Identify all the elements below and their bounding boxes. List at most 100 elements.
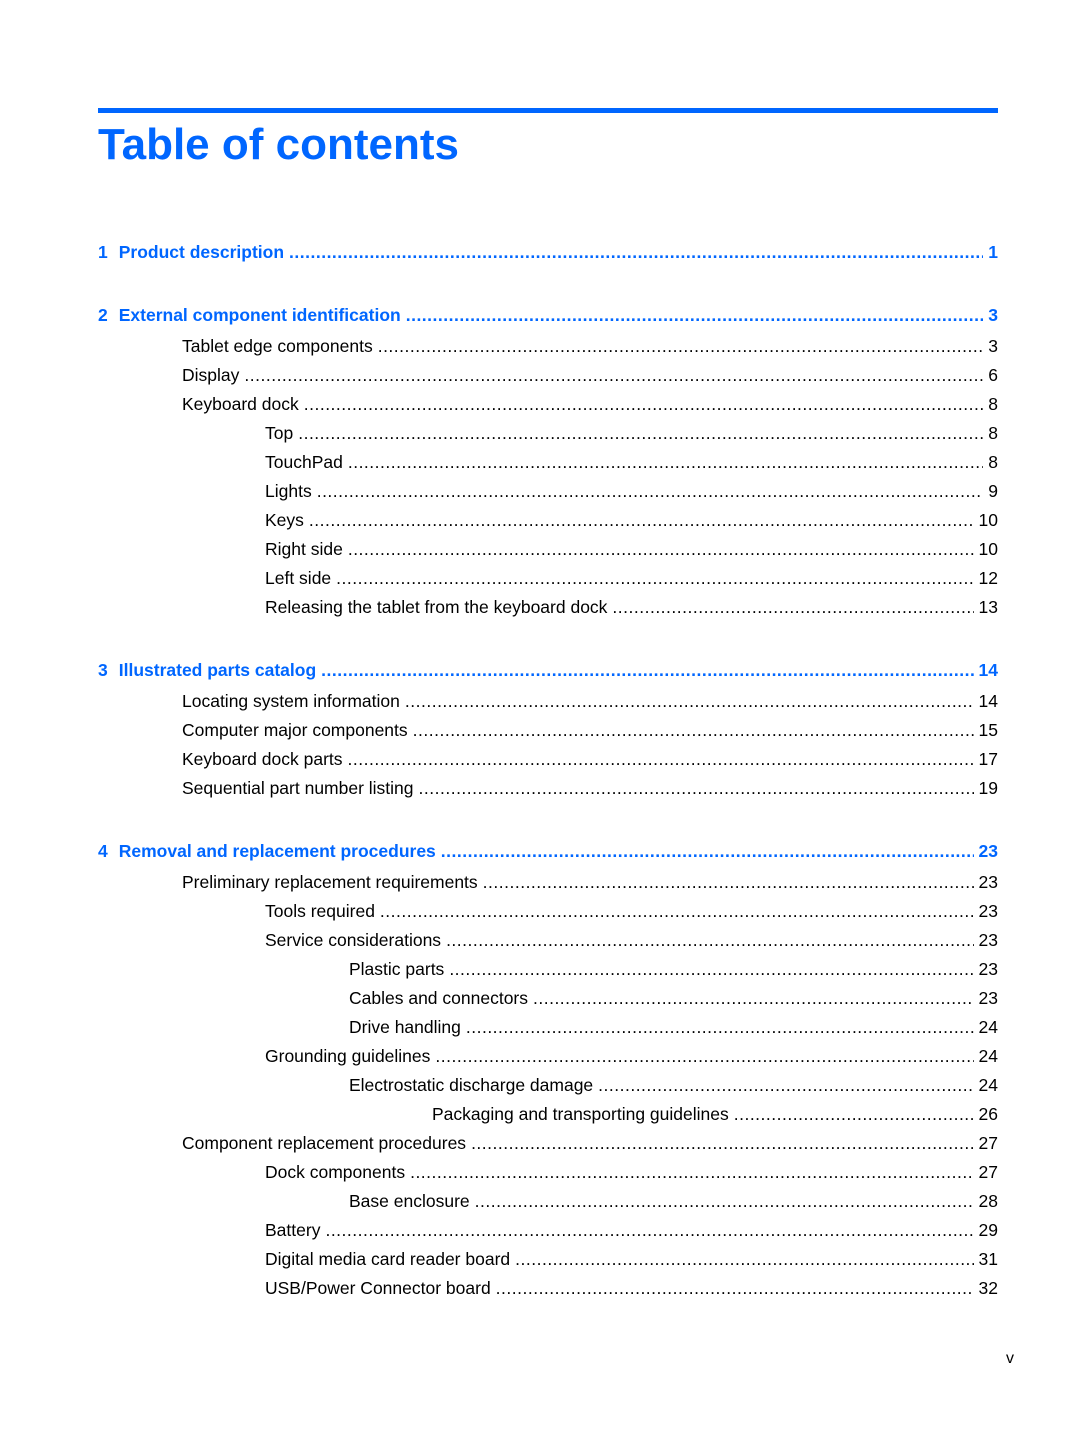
toc-entry-link[interactable]: Lights 9	[98, 479, 998, 508]
dot-leader	[483, 870, 974, 894]
toc-entry-link[interactable]: TouchPad 8	[98, 450, 998, 479]
toc-entry-link[interactable]: Sequential part number listing 19	[98, 776, 998, 805]
table-of-contents: 1 Product description 12 External component…	[98, 240, 998, 1305]
entry-title: Top	[265, 423, 294, 443]
entry-title: Base enclosure	[349, 1191, 470, 1211]
chapter-number: 3	[98, 660, 108, 680]
entry-title: Removal and replacement procedures	[118, 841, 436, 861]
toc-chapter-link[interactable]: 2 External component identification 3	[98, 303, 998, 332]
entry-page-number: 26	[978, 1104, 998, 1124]
toc-entry-link[interactable]: Digital media card reader board 31	[98, 1247, 998, 1276]
entry-page-number: 24	[978, 1046, 998, 1066]
toc-entry-link[interactable]: Locating system information 14	[98, 689, 998, 718]
entry-page-number: 24	[978, 1075, 998, 1095]
toc-entry-link[interactable]: Preliminary replacement requirements 23	[98, 870, 998, 899]
entry-title: External component identification	[118, 305, 401, 325]
entry-title: Component replacement procedures	[182, 1133, 467, 1153]
dot-leader	[449, 957, 973, 981]
chapter-number: 4	[98, 841, 108, 861]
chapter-number: 2	[98, 305, 108, 325]
toc-entry-link[interactable]: Plastic parts 23	[98, 957, 998, 986]
entry-title: Tablet edge components	[182, 336, 373, 356]
entry-title: Computer major components	[182, 720, 408, 740]
entry-page-number: 14	[978, 660, 998, 680]
entry-page-number: 23	[978, 901, 998, 921]
dot-leader	[405, 689, 974, 713]
entry-page-number: 15	[978, 720, 998, 740]
entry-page-number: 23	[978, 841, 998, 861]
page-title: Table of contents	[98, 120, 459, 169]
dot-leader	[533, 986, 974, 1010]
toc-entry-link[interactable]: Keyboard dock parts 17	[98, 747, 998, 776]
entry-title: Digital media card reader board	[265, 1249, 511, 1269]
dot-leader	[309, 508, 974, 532]
entry-title: Sequential part number listing	[182, 778, 414, 798]
dot-leader	[348, 537, 974, 561]
entry-page-number: 23	[978, 988, 998, 1008]
entry-title: USB/Power Connector board	[265, 1278, 491, 1298]
toc-chapter-link[interactable]: 1 Product description 1	[98, 240, 998, 269]
dot-leader	[734, 1102, 974, 1126]
toc-entry-link[interactable]: Keyboard dock 8	[98, 392, 998, 421]
dot-leader	[612, 595, 973, 619]
entry-page-number: 31	[978, 1249, 998, 1269]
toc-entry-link[interactable]: Tablet edge components 3	[98, 334, 998, 363]
dot-leader	[496, 1276, 974, 1300]
dot-leader	[317, 479, 984, 503]
entry-page-number: 10	[978, 539, 998, 559]
dot-leader	[321, 658, 973, 682]
entry-title: Right side	[265, 539, 343, 559]
toc-chapter-link[interactable]: 3 Illustrated parts catalog 14	[98, 658, 998, 687]
entry-page-number: 12	[978, 568, 998, 588]
entry-title: TouchPad	[265, 452, 343, 472]
toc-entry-link[interactable]: Base enclosure 28	[98, 1189, 998, 1218]
dot-leader	[336, 566, 973, 590]
toc-chapter-link[interactable]: 4 Removal and replacement procedures 23	[98, 839, 998, 868]
toc-entry-link[interactable]: Grounding guidelines 24	[98, 1044, 998, 1073]
toc-entry-link[interactable]: Left side 12	[98, 566, 998, 595]
toc-entry-link[interactable]: Top 8	[98, 421, 998, 450]
entry-title: Releasing the tablet from the keyboard d…	[265, 597, 608, 617]
entry-title: Locating system information	[182, 691, 400, 711]
toc-entry-link[interactable]: Cables and connectors 23	[98, 986, 998, 1015]
entry-title: Packaging and transporting guidelines	[432, 1104, 729, 1124]
toc-entry-link[interactable]: Service considerations 23	[98, 928, 998, 957]
entry-title: Keys	[265, 510, 304, 530]
entry-page-number: 17	[978, 749, 998, 769]
entry-title: Dock components	[265, 1162, 406, 1182]
dot-leader	[325, 1218, 973, 1242]
toc-entry-link[interactable]: Electrostatic discharge damage 24	[98, 1073, 998, 1102]
dot-leader	[446, 928, 973, 952]
toc-entry-link[interactable]: Battery 29	[98, 1218, 998, 1247]
toc-entry-link[interactable]: USB/Power Connector board 32	[98, 1276, 998, 1305]
dot-leader	[515, 1247, 973, 1271]
entry-page-number: 29	[978, 1220, 998, 1240]
entry-title: Display	[182, 365, 240, 385]
toc-entry-link[interactable]: Component replacement procedures 27	[98, 1131, 998, 1160]
entry-title: Service considerations	[265, 930, 442, 950]
chapter-number: 1	[98, 242, 108, 262]
dot-leader	[475, 1189, 974, 1213]
toc-entry-link[interactable]: Drive handling 24	[98, 1015, 998, 1044]
title-rule	[98, 108, 998, 113]
entry-title: Cables and connectors	[349, 988, 528, 1008]
toc-entry-link[interactable]: Display 6	[98, 363, 998, 392]
toc-entry-link[interactable]: Packaging and transporting guidelines 26	[98, 1102, 998, 1131]
toc-entry-link[interactable]: Computer major components 15	[98, 718, 998, 747]
entry-title: Lights	[265, 481, 312, 501]
entry-page-number: 27	[978, 1133, 998, 1153]
dot-leader	[435, 1044, 973, 1068]
toc-entry-link[interactable]: Tools required 23	[98, 899, 998, 928]
dot-leader	[598, 1073, 973, 1097]
entry-page-number: 6	[988, 365, 998, 385]
entry-page-number: 19	[978, 778, 998, 798]
dot-leader	[304, 392, 984, 416]
dot-leader	[348, 450, 983, 474]
toc-entry-link[interactable]: Releasing the tablet from the keyboard d…	[98, 595, 998, 624]
toc-entry-link[interactable]: Right side 10	[98, 537, 998, 566]
toc-entry-link[interactable]: Keys 10	[98, 508, 998, 537]
dot-leader	[244, 363, 983, 387]
toc-entry-link[interactable]: Dock components 27	[98, 1160, 998, 1189]
entry-title: Left side	[265, 568, 332, 588]
entry-title: Product description	[118, 242, 285, 262]
